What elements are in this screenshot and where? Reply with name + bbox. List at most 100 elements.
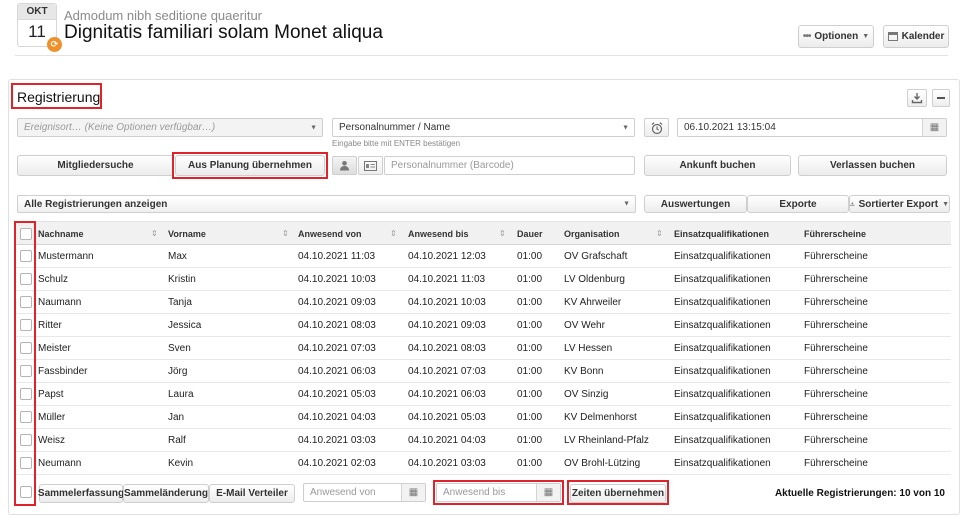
col-vorname[interactable]: Vorname xyxy=(168,222,206,246)
to-time-field[interactable]: Anwesend bis ▦ xyxy=(436,483,561,502)
barcode-input[interactable]: Personalnummer (Barcode) xyxy=(384,156,635,175)
email-distribution-button[interactable]: E-Mail Verteiler xyxy=(209,484,295,503)
qualifications-cell[interactable]: Einsatzqualifikationen xyxy=(674,337,771,360)
qualifications-cell[interactable]: Einsatzqualifikationen xyxy=(674,406,771,429)
table-row[interactable]: Papst Laura 04.10.2021 05:03 04.10.2021 06:… xyxy=(16,383,951,406)
qualifications-cell[interactable]: Einsatzqualifikationen xyxy=(674,429,771,452)
table-row[interactable]: Ritter Jessica 04.10.2021 08:03 04.10.2021 … xyxy=(16,314,951,337)
person-icon[interactable] xyxy=(332,156,357,175)
licenses-cell[interactable]: Führerscheine xyxy=(804,429,868,452)
leave-button[interactable]: Verlassen buchen xyxy=(798,155,947,176)
minimize-icon[interactable] xyxy=(932,89,950,107)
calendar-icon[interactable]: ▦ xyxy=(401,484,425,501)
from-cell: 04.10.2021 05:03 xyxy=(298,389,376,400)
location-select[interactable]: Ereignisort… (Keine Optionen verfügbar…)… xyxy=(17,118,323,137)
bulk-change-label: Sammeländerung xyxy=(124,488,208,499)
sort-icon[interactable]: ⇕ xyxy=(390,222,397,246)
member-search-button[interactable]: Mitgliedersuche xyxy=(17,155,174,176)
col-dauer[interactable]: Dauer xyxy=(517,222,543,246)
table-row[interactable]: Naumann Tanja 04.10.2021 09:03 04.10.2021 1… xyxy=(16,291,951,314)
event-subtitle: Admodum nibh seditione quaeritur xyxy=(64,8,263,23)
lastname-cell: Papst xyxy=(38,389,64,400)
row-checkbox[interactable] xyxy=(20,365,32,377)
select-all-checkbox-footer[interactable] xyxy=(20,486,32,498)
chevron-down-icon: ▼ xyxy=(622,124,629,131)
licenses-cell[interactable]: Führerscheine xyxy=(804,383,868,406)
row-checkbox[interactable] xyxy=(20,411,32,423)
from-cell: 04.10.2021 04:03 xyxy=(298,412,376,423)
licenses-cell[interactable]: Führerscheine xyxy=(804,406,868,429)
qualifications-cell[interactable]: Einsatzqualifikationen xyxy=(674,360,771,383)
person-hint: Eingabe bitte mit ENTER bestätigen xyxy=(332,139,461,148)
alarm-clock-icon[interactable] xyxy=(644,118,669,137)
firstname-cell: Ralf xyxy=(168,435,186,446)
options-button[interactable]: ••• Optionen ▼ xyxy=(798,25,874,48)
col-organisation[interactable]: Organisation xyxy=(564,222,620,246)
row-checkbox[interactable] xyxy=(20,273,32,285)
licenses-cell[interactable]: Führerscheine xyxy=(804,337,868,360)
sorted-export-button[interactable]: Sortierter Export ▼ xyxy=(849,195,950,213)
from-cell: 04.10.2021 08:03 xyxy=(298,320,376,331)
qualifications-cell[interactable]: Einsatzqualifikationen xyxy=(674,452,771,475)
col-anwesend-bis[interactable]: Anwesend bis xyxy=(408,222,469,246)
from-time-field[interactable]: Anwesend von ▦ xyxy=(303,483,426,502)
evaluations-button[interactable]: Auswertungen xyxy=(644,195,747,213)
datetime-field[interactable]: 06.10.2021 13:15:04 ▦ xyxy=(677,118,947,137)
table-row[interactable]: Müller Jan 04.10.2021 04:03 04.10.2021 05:0… xyxy=(16,406,951,429)
to-cell: 04.10.2021 07:03 xyxy=(408,366,486,377)
table-row[interactable]: Meister Sven 04.10.2021 07:03 04.10.2021 08… xyxy=(16,337,951,360)
table-row[interactable]: Schulz Kristin 04.10.2021 10:03 04.10.2021 … xyxy=(16,268,951,291)
licenses-cell[interactable]: Führerscheine xyxy=(804,360,868,383)
sort-icon[interactable]: ⇕ xyxy=(282,222,289,246)
apply-times-button[interactable]: Zeiten übernehmen xyxy=(570,484,666,503)
col-nachname[interactable]: Nachname xyxy=(38,222,84,246)
registration-count: Aktuelle Registrierungen: 10 von 10 xyxy=(774,488,945,499)
row-checkbox[interactable] xyxy=(20,388,32,400)
calendar-icon[interactable]: ▦ xyxy=(536,484,560,501)
row-checkbox[interactable] xyxy=(20,342,32,354)
qualifications-cell[interactable]: Einsatzqualifikationen xyxy=(674,245,771,268)
person-search-select[interactable]: Personalnummer / Name ▼ xyxy=(332,118,635,137)
qualifications-cell[interactable]: Einsatzqualifikationen xyxy=(674,291,771,314)
header-divider xyxy=(15,55,948,56)
table-row[interactable]: Weisz Ralf 04.10.2021 03:03 04.10.2021 04:0… xyxy=(16,429,951,452)
row-checkbox[interactable] xyxy=(20,457,32,469)
row-checkbox[interactable] xyxy=(20,250,32,262)
lastname-cell: Müller xyxy=(38,412,66,423)
qualifications-cell[interactable]: Einsatzqualifikationen xyxy=(674,383,771,406)
qualifications-cell[interactable]: Einsatzqualifikationen xyxy=(674,268,771,291)
firstname-cell: Max xyxy=(168,251,187,262)
from-planning-button[interactable]: Aus Planung übernehmen xyxy=(175,155,325,176)
licenses-cell[interactable]: Führerscheine xyxy=(804,268,868,291)
licenses-cell[interactable]: Führerscheine xyxy=(804,314,868,337)
sort-icon[interactable]: ⇕ xyxy=(656,222,663,246)
col-anwesend-von[interactable]: Anwesend von xyxy=(298,222,362,246)
licenses-cell[interactable]: Führerscheine xyxy=(804,245,868,268)
calendar-icon[interactable]: ▦ xyxy=(922,119,946,136)
licenses-cell[interactable]: Führerscheine xyxy=(804,452,868,475)
from-cell: 04.10.2021 02:03 xyxy=(298,458,376,469)
row-checkbox[interactable] xyxy=(20,434,32,446)
calendar-button[interactable]: Kalender xyxy=(883,25,949,48)
table-row[interactable]: Mustermann Max 04.10.2021 11:03 04.10.2021 … xyxy=(16,245,951,268)
sort-icon[interactable]: ⇕ xyxy=(499,222,506,246)
to-cell: 04.10.2021 11:03 xyxy=(408,274,486,285)
table-row[interactable]: Fassbinder Jörg 04.10.2021 06:03 04.10.2021… xyxy=(16,360,951,383)
qualifications-cell[interactable]: Einsatzqualifikationen xyxy=(674,314,771,337)
bulk-entry-button[interactable]: Sammelerfassung xyxy=(38,484,124,503)
arrival-button[interactable]: Ankunft buchen xyxy=(644,155,791,176)
row-checkbox[interactable] xyxy=(20,296,32,308)
sort-icon[interactable]: ⇕ xyxy=(151,222,158,246)
registration-filter-select[interactable]: Alle Registrierungen anzeigen ▼ xyxy=(17,195,636,213)
to-cell: 04.10.2021 08:03 xyxy=(408,343,486,354)
row-checkbox[interactable] xyxy=(20,319,32,331)
select-all-checkbox[interactable] xyxy=(20,228,32,240)
table-row[interactable]: Neumann Kevin 04.10.2021 02:03 04.10.2021 0… xyxy=(16,452,951,475)
licenses-cell[interactable]: Führerscheine xyxy=(804,291,868,314)
duration-cell: 01:00 xyxy=(517,435,543,446)
bulk-change-button[interactable]: Sammeländerung xyxy=(123,484,209,503)
exports-button[interactable]: Exporte xyxy=(747,195,849,213)
chevron-down-icon: ▼ xyxy=(862,33,870,40)
download-icon[interactable] xyxy=(907,89,927,107)
id-card-icon[interactable] xyxy=(358,156,383,175)
